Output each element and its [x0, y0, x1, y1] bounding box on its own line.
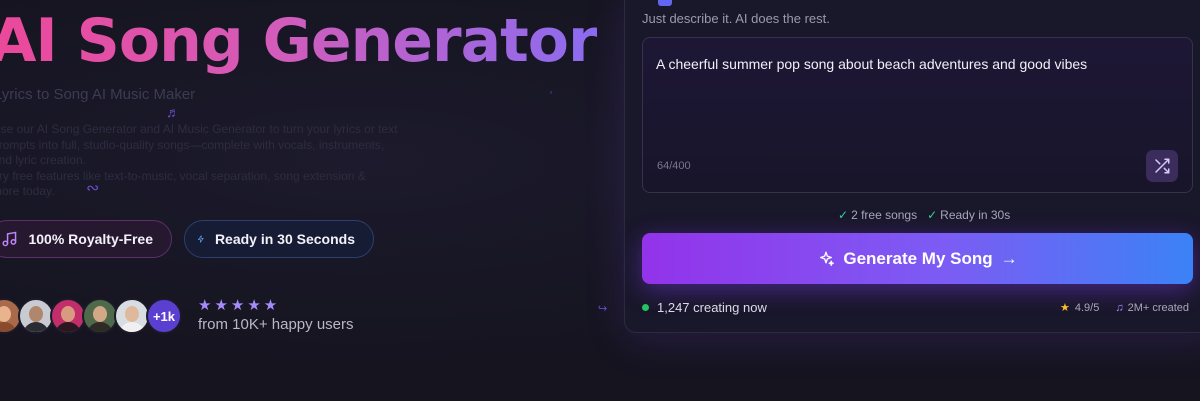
wave-deco-icon: ∾ [86, 180, 100, 197]
royalty-free-label: 100% Royalty-Free [28, 231, 153, 247]
song-prompt-text[interactable]: A cheerful summer pop song about beach a… [656, 56, 1087, 72]
hero-description: Use our AI Song Generator and AI Music G… [0, 122, 412, 200]
description-line: Use our AI Song Generator and AI Music G… [0, 122, 398, 136]
stats-line: ★ 4.9/5 ♫ 2M+ created [1060, 301, 1190, 315]
live-dot-icon [642, 304, 649, 311]
star-icon: ★ [1060, 302, 1070, 314]
user-avatars: +1k [0, 298, 182, 334]
more-users-badge: +1k [146, 298, 182, 334]
music-note-icon: ♫ [1115, 301, 1124, 314]
description-line: prompts into full, studio-quality songs—… [0, 137, 385, 152]
created-count: 2M+ created [1127, 301, 1190, 314]
shuffle-icon [1155, 158, 1170, 174]
wave-deco-icon: ↪ [598, 303, 608, 315]
dot-deco-icon: ‘ [550, 90, 553, 101]
sparkle-icon [820, 251, 835, 266]
happy-users-text: from 10K+ happy users [198, 316, 354, 333]
ready-time-badge: Ready in 30 Seconds [184, 220, 374, 258]
hero-subtitle: Lyrics to Song AI Music Maker [0, 86, 196, 103]
perk-free-songs: 2 free songs [851, 208, 918, 222]
rating-value: 4.9/5 [1074, 301, 1100, 314]
music-note-icon [2, 231, 17, 247]
hero-title: AI Song Generator [0, 6, 598, 76]
avatar [50, 298, 86, 334]
check-icon: ✓ [838, 208, 849, 222]
royalty-free-badge: 100% Royalty-Free [0, 220, 172, 258]
perks-line: ✓ 2 free songs ✓ Ready in 30s [838, 208, 1010, 222]
description-line: and lyric creation. [0, 153, 87, 167]
avatar [18, 298, 54, 334]
lightning-icon [197, 235, 204, 243]
music-note-deco-icon: ♬ [166, 104, 180, 120]
panel-icon [658, 0, 672, 6]
arrow-right-icon: → [1000, 248, 1018, 268]
generator-hint: Just describe it. AI does the rest. [642, 11, 830, 26]
ready-time-label: Ready in 30 Seconds [214, 231, 355, 247]
description-line: more today. [0, 184, 55, 198]
avatar [114, 298, 150, 334]
random-prompt-button[interactable] [1146, 150, 1178, 182]
char-count: 64/400 [657, 160, 691, 172]
perk-ready: Ready in 30s [940, 208, 1011, 222]
live-count: 1,247 creating now [657, 300, 767, 315]
generate-song-label: Generate My Song [843, 248, 993, 268]
description-line: Try free features like text-to-music, vo… [0, 168, 366, 183]
generate-song-button[interactable]: Generate My Song → [642, 233, 1193, 284]
rating-stars: ★★★★★ [198, 297, 281, 314]
live-activity: 1,247 creating now [642, 300, 767, 315]
avatar [82, 298, 118, 334]
check-icon: ✓ [927, 208, 938, 222]
